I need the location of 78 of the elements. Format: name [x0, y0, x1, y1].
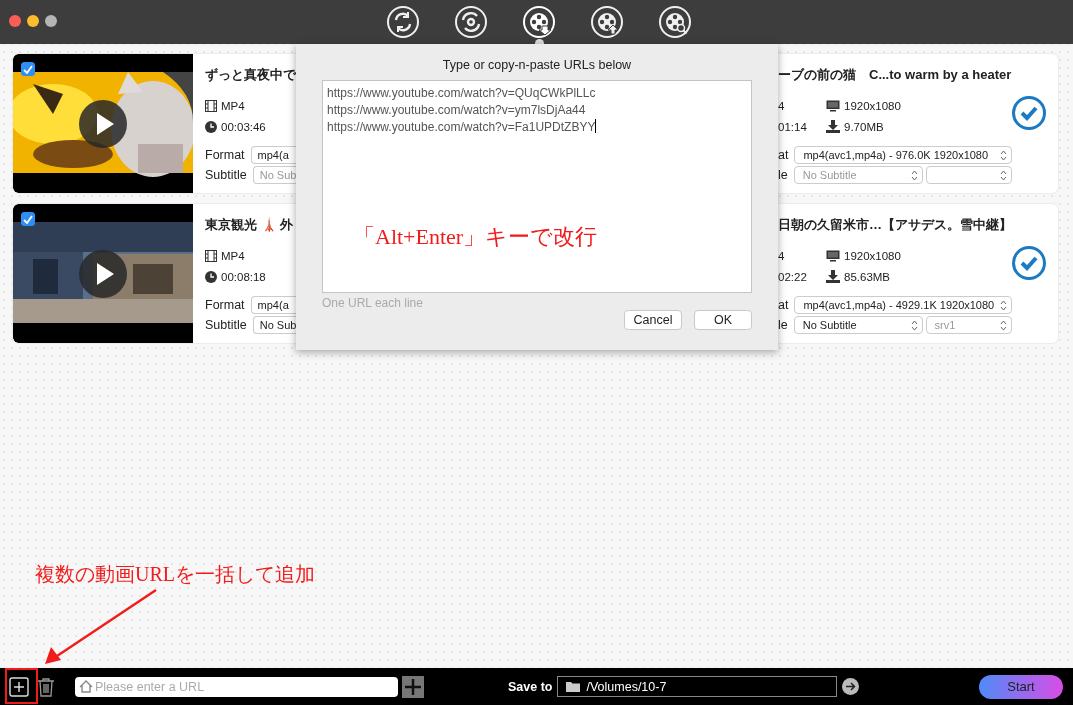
download-icon: [826, 120, 840, 133]
highlight-frame: [5, 668, 38, 704]
subtitle-label: le: [778, 168, 788, 182]
format-select[interactable]: mp4(avc1,mp4a) - 4929.1K 1920x1080: [794, 296, 1012, 314]
size-text: 9.70MB: [844, 120, 884, 133]
subtitle-select[interactable]: No Subtitle: [793, 316, 923, 334]
ok-button[interactable]: OK: [694, 310, 752, 330]
cancel-button[interactable]: Cancel: [624, 310, 682, 330]
duration-text: 00:03:46: [221, 120, 266, 133]
url-line: https://www.youtube.com/watch?v=Fa1UPDtZBYY: [327, 119, 598, 136]
up-down-arrows-icon: [1000, 150, 1007, 161]
annotation-text: 複数の動画URLを一括して追加: [35, 562, 315, 587]
play-icon[interactable]: [79, 100, 127, 148]
zoom-icon[interactable]: [45, 15, 57, 27]
subtitle-track-select[interactable]: [925, 166, 1012, 184]
resolution-text: 1920x1080: [844, 249, 901, 262]
annotation-text: 「Alt+Enter」キーで改行: [353, 223, 599, 251]
checkbox[interactable]: [21, 212, 35, 226]
monitor-icon: [826, 99, 840, 112]
save-path-field[interactable]: /Volumes/10-7: [557, 676, 838, 697]
close-icon[interactable]: [9, 15, 21, 27]
format-label: Format: [205, 148, 245, 162]
format-text: MP4: [221, 249, 245, 262]
format-label: at: [778, 298, 789, 312]
check-circle-icon[interactable]: [1012, 246, 1046, 280]
subtitle-label: Subtitle: [205, 318, 247, 332]
rotate-arrows-icon: [386, 5, 420, 39]
video-title: ーブの前の猫 C...to warm by a heater: [778, 66, 1012, 84]
go-button[interactable]: [842, 678, 860, 695]
subtitle-label: le: [778, 318, 788, 332]
duration-text: 02:22: [778, 270, 807, 283]
play-icon[interactable]: [79, 250, 127, 298]
film-icon: [205, 99, 217, 112]
up-down-arrows-icon: [1000, 170, 1007, 181]
duration-text: 00:08:18: [221, 270, 266, 283]
hint-text: One URL each line: [322, 296, 424, 310]
subtitle-label: Subtitle: [205, 168, 247, 182]
video-title: 東京観光 🗼 外: [205, 216, 295, 234]
check-circle-icon[interactable]: [1012, 96, 1046, 130]
format-label: Format: [205, 298, 245, 312]
up-down-arrows-icon: [910, 170, 918, 181]
start-button[interactable]: Start: [979, 674, 1063, 699]
url-field[interactable]: Please enter a URL: [75, 676, 398, 697]
add-url-button[interactable]: [402, 675, 424, 698]
film-reel-icon: [658, 5, 692, 39]
up-down-arrows-icon: [910, 320, 918, 331]
download-icon: [826, 270, 840, 283]
film-icon: [205, 249, 217, 262]
format-text: 4: [778, 249, 785, 262]
video-title: ずっと真夜中で: [205, 66, 296, 84]
url-line: https://www.youtube.com/watch?v=ym7lsDjAa44: [327, 102, 587, 119]
size-text: 85.63MB: [844, 270, 891, 283]
format-text: 4: [778, 99, 785, 112]
clock-icon: [205, 120, 217, 133]
dialog-title: Type or copy-n-paste URLs below: [442, 58, 632, 72]
arrow-right-icon: [845, 681, 857, 692]
save-to-label: Save to: [508, 679, 553, 694]
film-reel-icon: [522, 5, 556, 39]
duration-text: 01:14: [778, 120, 807, 133]
format-text: MP4: [221, 99, 245, 112]
format-select[interactable]: mp4(avc1,mp4a) - 976.0K 1920x1080: [794, 146, 1012, 164]
trash-icon[interactable]: [37, 676, 55, 697]
home-icon: [79, 680, 93, 693]
add-icon[interactable]: [9, 676, 29, 697]
video-title: 日朝の久留米市…【アサデス。雪中継】: [778, 216, 1012, 234]
resolution-text: 1920x1080: [844, 99, 901, 112]
up-down-arrows-icon: [1000, 300, 1007, 311]
format-label: at: [778, 148, 789, 162]
film-reel-icon: [590, 5, 624, 39]
rotate-arrows-icon: [454, 5, 488, 39]
clock-icon: [205, 270, 217, 283]
url-line: https://www.youtube.com/watch?v=QUqCWkPlLLc: [327, 85, 597, 102]
monitor-icon: [826, 249, 840, 262]
folder-icon: [566, 681, 581, 692]
up-down-arrows-icon: [1000, 320, 1007, 331]
checkbox[interactable]: [21, 62, 35, 76]
url-textarea[interactable]: https://www.youtube.com/watch?v=QUqCWkPlLLc https://www.youtube.com/watch?v=ym7lsDjAa44 https://www.youtube.com/watch?v=Fa1UPDtZBYY 「Alt+Enter」キーで改行: [322, 80, 752, 293]
minimize-icon[interactable]: [27, 15, 39, 27]
